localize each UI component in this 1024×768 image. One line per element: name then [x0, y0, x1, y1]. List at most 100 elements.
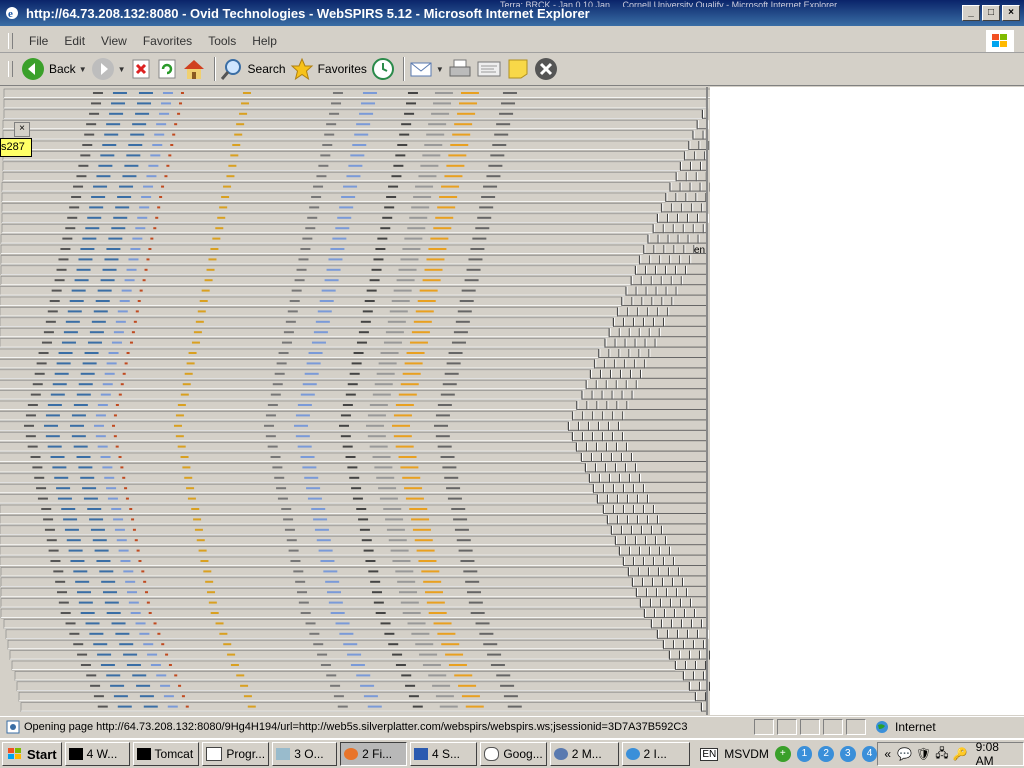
desktop-3-button[interactable]: 3 — [839, 746, 856, 762]
menu-grip[interactable] — [8, 33, 13, 49]
back-label: Back — [49, 62, 76, 76]
toolbar-grip[interactable] — [8, 61, 13, 77]
forward-dropdown-icon[interactable]: ▼ — [118, 65, 126, 74]
mail-dropdown-icon[interactable]: ▼ — [436, 65, 444, 74]
search-label: Search — [247, 62, 286, 76]
status-text: Opening page http://64.73.208.132:8080/9… — [24, 721, 688, 733]
status-cell — [777, 719, 797, 735]
maximize-button[interactable]: □ — [982, 5, 1000, 21]
ie-icon: e — [6, 7, 18, 20]
back-arrow-icon — [22, 58, 44, 80]
desktop-2-button[interactable]: 2 — [818, 746, 834, 762]
tooltip-popup: × s287 — [0, 122, 32, 157]
task-ie-group[interactable]: 2 I... — [621, 742, 691, 766]
favorites-label: Favorites — [317, 62, 367, 76]
language-label: EN — [700, 747, 719, 761]
windows-flag-icon — [8, 748, 21, 759]
clock[interactable]: 9:08 AM — [976, 740, 1017, 768]
minimize-button[interactable]: _ — [962, 5, 980, 21]
toolbar: Back ▼ ▼ Search Favorites ▼ — [0, 53, 1024, 86]
back-button[interactable]: Back ▼ — [21, 55, 87, 83]
search-button[interactable]: Search — [220, 55, 286, 83]
task-tomcat[interactable]: Tomcat — [132, 742, 200, 766]
mail-icon — [410, 62, 432, 77]
task-word-group[interactable]: 4 S... — [409, 742, 477, 766]
svg-text:e: e — [8, 8, 13, 20]
globe-icon — [876, 721, 888, 733]
taskbar: Start 4 W... Tomcat Progr... 3 O... 2 Fi… — [0, 738, 1024, 768]
ghost-toolbar-artifacts — [0, 87, 710, 715]
status-cell — [800, 719, 820, 735]
task-command-prompt-group[interactable]: 4 W... — [64, 742, 130, 766]
start-label: Start — [27, 746, 57, 762]
page-content[interactable]: × s287 en — [0, 87, 1024, 715]
task-label: Tomcat — [154, 747, 194, 761]
history-icon — [371, 58, 394, 80]
task-label: Goog... — [503, 747, 543, 761]
menu-view[interactable]: View — [93, 34, 135, 48]
back-dropdown-icon[interactable]: ▼ — [79, 65, 87, 74]
security-zone: Internet — [875, 720, 936, 734]
menu-edit[interactable]: Edit — [56, 34, 93, 48]
page-loading-icon — [6, 720, 20, 734]
shield-icon[interactable]: 🛡 — [916, 747, 931, 761]
task-firefox-group[interactable]: 2 Fi... — [340, 742, 407, 766]
console-icon — [136, 748, 151, 760]
task-label: 4 W... — [86, 747, 118, 761]
status-cell — [754, 719, 774, 735]
system-tray: « 💬 🛡 🖧 🔑 9:08 AM — [877, 740, 1024, 768]
notepad-icon — [276, 748, 291, 760]
task-programs[interactable]: Progr... — [202, 742, 270, 766]
toolbar-separator — [402, 57, 405, 81]
close-circle-icon — [534, 58, 557, 80]
favorites-button[interactable]: Favorites — [290, 55, 367, 83]
search-icon — [220, 59, 241, 80]
key-icon[interactable]: 🔑 — [953, 747, 968, 761]
desktop-1-button[interactable]: 1 — [796, 746, 813, 762]
desktop-4-button[interactable]: 4 — [861, 746, 878, 762]
edit-button[interactable] — [476, 55, 502, 83]
status-bar: Opening page http://64.73.208.132:8080/9… — [0, 716, 1024, 737]
zone-label: Internet — [895, 720, 936, 734]
menu-bar: File Edit View Favorites Tools Help — [0, 30, 1024, 53]
network-icon[interactable]: 🖧 — [935, 744, 948, 765]
tray-expand-icon[interactable]: « — [884, 747, 891, 761]
stop-icon — [132, 59, 150, 79]
title-bar: e http://64.73.208.132:8080 - Ovid Techn… — [0, 0, 1024, 26]
ie-icon — [625, 748, 640, 760]
status-cell — [846, 719, 866, 735]
task-label: 2 Fi... — [362, 747, 393, 761]
task-label: 4 S... — [431, 747, 460, 761]
history-button[interactable] — [371, 55, 395, 83]
close-button[interactable]: × — [1002, 5, 1020, 21]
task-mozilla-group[interactable]: 2 M... — [549, 742, 619, 766]
chat-tray-icon[interactable]: 💬 — [897, 747, 912, 761]
close-page-button[interactable] — [534, 55, 558, 83]
window-title: http://64.73.208.132:8080 - Ovid Technol… — [26, 5, 590, 21]
home-button[interactable] — [182, 55, 206, 83]
vdm-plus-icon[interactable]: + — [774, 746, 791, 762]
word-icon — [413, 748, 428, 760]
start-button[interactable]: Start — [2, 742, 62, 766]
menu-tools[interactable]: Tools — [200, 34, 244, 48]
language-indicator[interactable]: EN — [700, 747, 719, 761]
menu-help[interactable]: Help — [244, 34, 285, 48]
home-icon — [183, 60, 204, 79]
forward-button[interactable]: ▼ — [91, 55, 126, 83]
note-button[interactable] — [506, 55, 530, 83]
firefox-icon — [344, 748, 359, 760]
popup-close-button[interactable]: × — [14, 122, 30, 137]
print-button[interactable] — [448, 55, 472, 83]
stop-button[interactable] — [130, 55, 152, 83]
task-google-talk[interactable]: Goog... — [479, 742, 547, 766]
task-label: 2 M... — [571, 747, 602, 761]
menu-favorites[interactable]: Favorites — [135, 34, 200, 48]
menu-file[interactable]: File — [21, 34, 56, 48]
msvdm-label: MSVDM — [724, 747, 769, 761]
mail-button[interactable]: ▼ — [409, 55, 444, 83]
task-label: Progr... — [226, 747, 266, 761]
refresh-button[interactable] — [156, 55, 178, 83]
task-notepad-group[interactable]: 3 O... — [272, 742, 338, 766]
background-window-title: Terra: BRCK - Jan 0 10 Jan ... Cornell U… — [500, 0, 838, 7]
chat-bubble-icon — [483, 747, 500, 761]
